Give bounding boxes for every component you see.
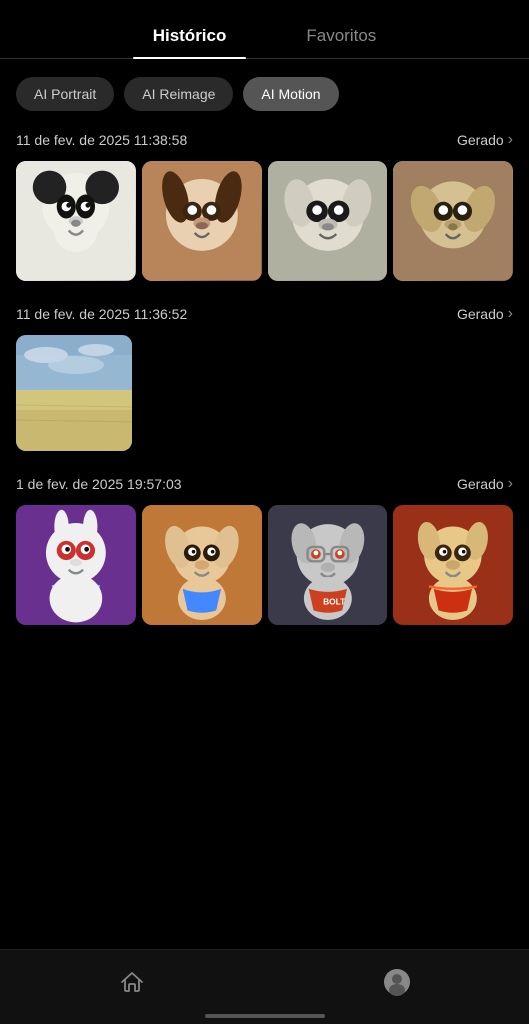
- section-3-header: 1 de fev. de 2025 19:57:03 Gerado ›: [16, 475, 513, 493]
- section-2-date: 11 de fev. de 2025 11:36:52: [16, 306, 187, 322]
- thumbnail-dog4[interactable]: [393, 161, 513, 281]
- filter-chips-row: AI Portrait AI Reimage AI Motion: [0, 77, 529, 111]
- home-icon: [118, 968, 146, 996]
- chip-ai-motion[interactable]: AI Motion: [243, 77, 338, 111]
- section-1-header: 11 de fev. de 2025 11:38:58 Gerado ›: [16, 131, 513, 149]
- thumbnail-landscape[interactable]: [16, 335, 132, 451]
- thumbnail-bolt1[interactable]: [16, 505, 136, 625]
- tab-favoritos[interactable]: Favoritos: [266, 16, 416, 58]
- section-2-header: 11 de fev. de 2025 11:36:52 Gerado ›: [16, 305, 513, 323]
- section-1-date: 11 de fev. de 2025 11:38:58: [16, 132, 187, 148]
- home-nav-button[interactable]: [78, 964, 186, 1000]
- section-2-image-grid: [16, 335, 513, 451]
- section-2-status-label: Gerado: [457, 306, 504, 322]
- section-3-status[interactable]: Gerado ›: [457, 475, 513, 493]
- section-1-status[interactable]: Gerado ›: [457, 131, 513, 149]
- thumbnail-bolt4[interactable]: [393, 505, 513, 625]
- top-tab-bar: Histórico Favoritos: [0, 0, 529, 59]
- section-3-chevron-icon: ›: [508, 475, 513, 493]
- chip-ai-portrait[interactable]: AI Portrait: [16, 77, 114, 111]
- bottom-handle: [205, 1014, 325, 1018]
- thumbnail-dog2[interactable]: [142, 161, 262, 281]
- chip-ai-reimage[interactable]: AI Reimage: [124, 77, 233, 111]
- bottom-nav: [0, 949, 529, 1024]
- section-3-status-label: Gerado: [457, 476, 504, 492]
- thumbnail-bolt3[interactable]: BOLT: [268, 505, 388, 625]
- section-1: 11 de fev. de 2025 11:38:58 Gerado ›: [0, 131, 529, 281]
- tab-historico[interactable]: Histórico: [113, 16, 267, 58]
- thumbnail-panda[interactable]: [16, 161, 136, 281]
- section-1-chevron-icon: ›: [508, 131, 513, 149]
- section-2-status[interactable]: Gerado ›: [457, 305, 513, 323]
- thumbnail-bolt2[interactable]: [142, 505, 262, 625]
- section-2-chevron-icon: ›: [508, 305, 513, 323]
- section-3-image-grid: BOLT: [16, 505, 513, 625]
- section-1-image-grid: [16, 161, 513, 281]
- section-3: 1 de fev. de 2025 19:57:03 Gerado ›: [0, 475, 529, 625]
- section-2: 11 de fev. de 2025 11:36:52 Gerado ›: [0, 305, 529, 451]
- thumbnail-dog3[interactable]: [268, 161, 388, 281]
- svg-text:BOLT: BOLT: [323, 596, 346, 606]
- section-1-status-label: Gerado: [457, 132, 504, 148]
- profile-nav-button[interactable]: [343, 964, 451, 1000]
- section-3-date: 1 de fev. de 2025 19:57:03: [16, 476, 182, 492]
- profile-icon: [383, 968, 411, 996]
